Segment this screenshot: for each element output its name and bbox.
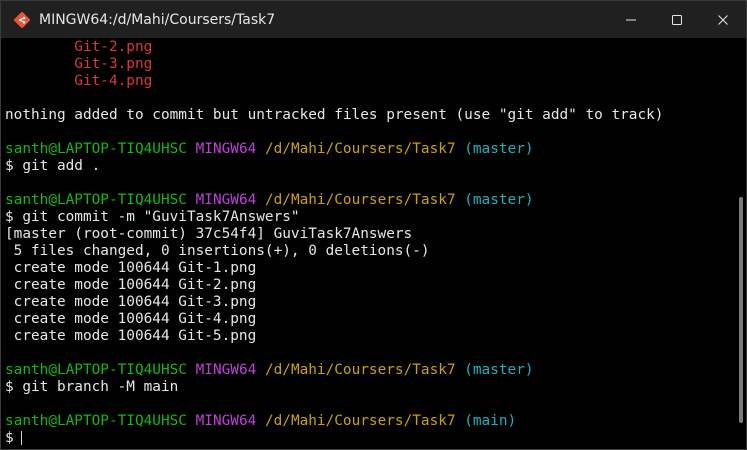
git-bash-icon — [13, 11, 31, 29]
output-line: create mode 100644 Git-3.png — [5, 294, 257, 310]
prompt-user: santh@LAPTOP-TIQ4UHSC — [5, 192, 187, 208]
output-line: create mode 100644 Git-1.png — [5, 260, 257, 276]
untracked-file-line: Git-3.png — [5, 56, 153, 72]
prompt-user: santh@LAPTOP-TIQ4UHSC — [5, 413, 187, 429]
prompt-shell: MINGW64 — [195, 362, 257, 378]
prompt-line: santh@LAPTOP-TIQ4UHSC MINGW64 /d/Mahi/Co… — [5, 362, 731, 379]
prompt-shell: MINGW64 — [195, 192, 257, 208]
prompt-line: santh@LAPTOP-TIQ4UHSC MINGW64 /d/Mahi/Co… — [5, 413, 731, 430]
minimize-button[interactable] — [608, 1, 654, 38]
terminal-output[interactable]: Git-2.png Git-3.png Git-4.png nothing ad… — [5, 39, 731, 449]
prompt-path: /d/Mahi/Coursers/Task7 — [264, 362, 456, 378]
untracked-file-line: Git-4.png — [5, 73, 153, 89]
command-line: $ git branch -M main — [5, 379, 179, 395]
current-prompt: $ — [5, 430, 14, 446]
prompt-path: /d/Mahi/Coursers/Task7 — [264, 141, 456, 157]
prompt-line: santh@LAPTOP-TIQ4UHSC MINGW64 /d/Mahi/Co… — [5, 141, 731, 158]
prompt-path: /d/Mahi/Coursers/Task7 — [264, 192, 456, 208]
prompt-branch: (main) — [464, 413, 517, 429]
minimize-icon — [626, 19, 636, 20]
prompt-branch: (master) — [464, 192, 534, 208]
output-line: create mode 100644 Git-4.png — [5, 311, 257, 327]
output-line: [master (root-commit) 37c54f4] GuviTask7… — [5, 226, 413, 242]
prompt-user: santh@LAPTOP-TIQ4UHSC — [5, 362, 187, 378]
close-icon — [718, 14, 728, 25]
prompt-branch: (master) — [464, 362, 534, 378]
command-line: $ git commit -m "GuviTask7Answers" — [5, 209, 300, 225]
prompt-branch: (master) — [464, 141, 534, 157]
maximize-button[interactable] — [654, 1, 700, 38]
vertical-scrollbar[interactable] — [739, 197, 743, 423]
text-cursor — [20, 431, 22, 445]
window-title: MINGW64:/d/Mahi/Coursers/Task7 — [39, 11, 276, 28]
window-controls — [608, 1, 746, 38]
terminal-window: MINGW64:/d/Mahi/Coursers/Task7 Git-2.png — [0, 0, 747, 450]
output-line: create mode 100644 Git-2.png — [5, 277, 257, 293]
maximize-icon — [672, 14, 682, 25]
status-message: nothing added to commit but untracked fi… — [5, 107, 664, 123]
output-line: 5 files changed, 0 insertions(+), 0 dele… — [5, 243, 430, 259]
prompt-shell: MINGW64 — [195, 141, 257, 157]
close-button[interactable] — [700, 1, 746, 38]
prompt-shell: MINGW64 — [195, 413, 257, 429]
prompt-path: /d/Mahi/Coursers/Task7 — [264, 413, 456, 429]
prompt-user: santh@LAPTOP-TIQ4UHSC — [5, 141, 187, 157]
input-line[interactable]: $ — [5, 430, 731, 447]
command-line: $ git add . — [5, 158, 101, 174]
title-bar[interactable]: MINGW64:/d/Mahi/Coursers/Task7 — [1, 1, 746, 38]
output-line: create mode 100644 Git-5.png — [5, 328, 257, 344]
untracked-file-line: Git-2.png — [5, 39, 153, 55]
prompt-line: santh@LAPTOP-TIQ4UHSC MINGW64 /d/Mahi/Co… — [5, 192, 731, 209]
